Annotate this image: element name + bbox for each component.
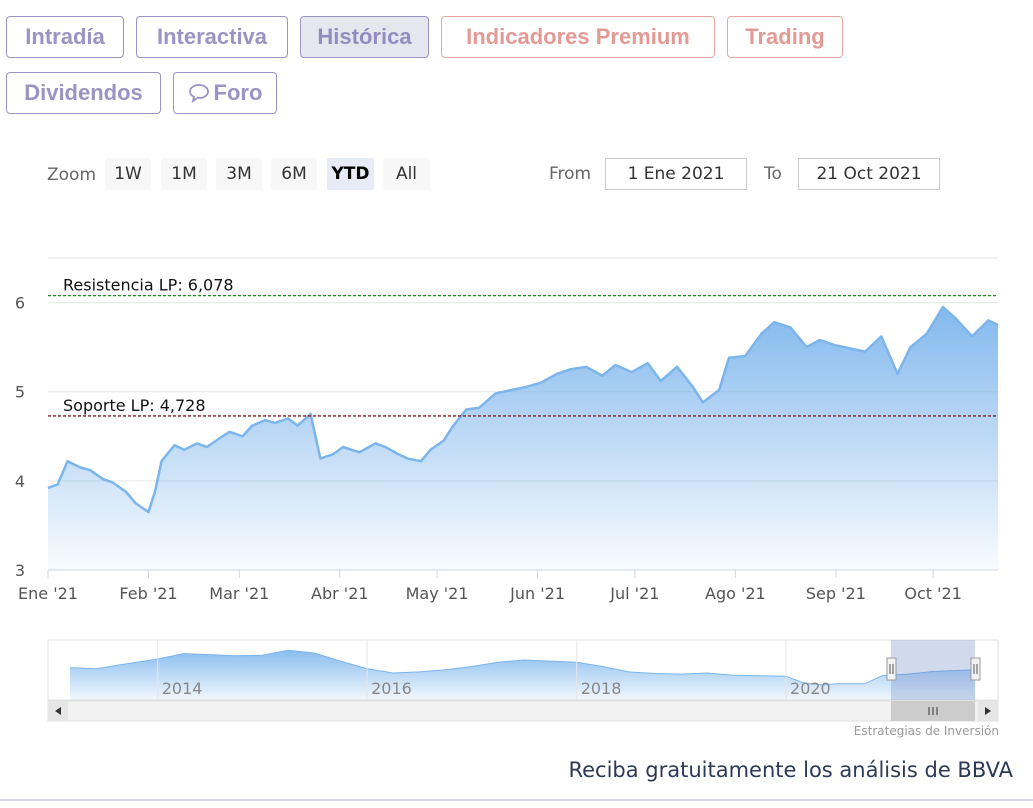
navigator-handle-body bbox=[886, 657, 897, 681]
x-tick-label: Ene '21 bbox=[18, 584, 78, 603]
tab-label: Trading bbox=[745, 24, 825, 49]
scrollbar-track bbox=[47, 700, 999, 722]
plot-line-label: Soporte LP: 4,728 bbox=[63, 396, 206, 415]
zoom-button-6m[interactable]: 6M bbox=[271, 158, 317, 190]
price-area bbox=[48, 307, 998, 570]
plot-line-label: Resistencia LP: 6,078 bbox=[63, 276, 234, 295]
tab-indicadores-premium[interactable]: Indicadores Premium bbox=[441, 16, 715, 58]
tab-label: Histórica bbox=[317, 24, 412, 49]
x-tick-label: Mar '21 bbox=[209, 584, 269, 603]
main-plot-area: 3 4 5 6 Resistencia LP: 6,078 Soporte LP: 4,7… bbox=[15, 257, 999, 603]
navigator-handle[interactable] bbox=[970, 657, 981, 681]
tab-intradia[interactable]: Intradía bbox=[6, 16, 124, 58]
tab-historica[interactable]: Histórica bbox=[300, 16, 429, 58]
navigator-tick-label: 2020 bbox=[790, 679, 831, 698]
promo-link[interactable]: Reciba gratuitamente los análisis de BBV… bbox=[568, 758, 1013, 782]
navigator-tick-label: 2016 bbox=[371, 679, 412, 698]
tab-label: Dividendos bbox=[24, 80, 143, 105]
navigator-tick-label: 2018 bbox=[581, 679, 622, 698]
navigator-selection bbox=[890, 640, 975, 700]
to-date-input[interactable]: 21 Oct 2021 bbox=[798, 158, 940, 190]
x-tick-label: Sep '21 bbox=[806, 584, 866, 603]
zoom-label: Zoom bbox=[47, 165, 97, 185]
tab-foro[interactable]: Foro bbox=[173, 72, 277, 114]
y-tick-label: 6 bbox=[15, 294, 25, 313]
x-tick-label: Abr '21 bbox=[311, 584, 369, 603]
tab-label: Foro bbox=[213, 80, 263, 105]
tab-interactiva[interactable]: Interactiva bbox=[136, 16, 288, 58]
zoom-button-3m[interactable]: 3M bbox=[216, 158, 262, 190]
navigator-handle[interactable] bbox=[886, 657, 897, 681]
tab-label: Intradía bbox=[25, 24, 105, 49]
from-date-input[interactable]: 1 Ene 2021 bbox=[605, 158, 747, 190]
x-tick-label: Jun '21 bbox=[509, 584, 565, 603]
speech-bubble-icon bbox=[188, 84, 209, 103]
navigator[interactable]: 2014 2016 2018 2020 bbox=[47, 639, 999, 722]
x-tick-label: Ago '21 bbox=[705, 584, 766, 603]
chart-credits[interactable]: Estrategias de Inversión bbox=[854, 724, 999, 738]
zoom-button-1w[interactable]: 1W bbox=[105, 158, 151, 190]
from-label: From bbox=[549, 164, 592, 184]
x-tick-label: Feb '21 bbox=[119, 584, 177, 603]
tab-label: Interactiva bbox=[156, 24, 268, 49]
divider bbox=[0, 799, 1033, 801]
y-tick-label: 5 bbox=[15, 383, 25, 402]
tab-trading[interactable]: Trading bbox=[727, 16, 843, 58]
range-selector: Zoom 1W 1M 3M 6M YTD All From 1 Ene 2021… bbox=[47, 158, 947, 192]
navigator-tick-label: 2014 bbox=[162, 679, 203, 698]
zoom-button-all[interactable]: All bbox=[383, 158, 430, 190]
y-tick-label: 3 bbox=[15, 561, 25, 580]
x-tick-label: Jul '21 bbox=[609, 584, 659, 603]
zoom-button-ytd[interactable]: YTD bbox=[327, 158, 374, 190]
x-tick-label: Oct '21 bbox=[904, 584, 962, 603]
zoom-button-1m[interactable]: 1M bbox=[161, 158, 207, 190]
to-label: To bbox=[764, 164, 782, 184]
tab-dividendos[interactable]: Dividendos bbox=[6, 72, 161, 114]
navigator-handle-body bbox=[970, 657, 981, 681]
x-tick-label: May '21 bbox=[406, 584, 469, 603]
y-tick-label: 4 bbox=[15, 472, 25, 491]
stock-chart: 3 4 5 6 Resistencia LP: 6,078 Soporte LP: 4,7… bbox=[15, 257, 999, 722]
tab-label: Indicadores Premium bbox=[466, 24, 690, 49]
